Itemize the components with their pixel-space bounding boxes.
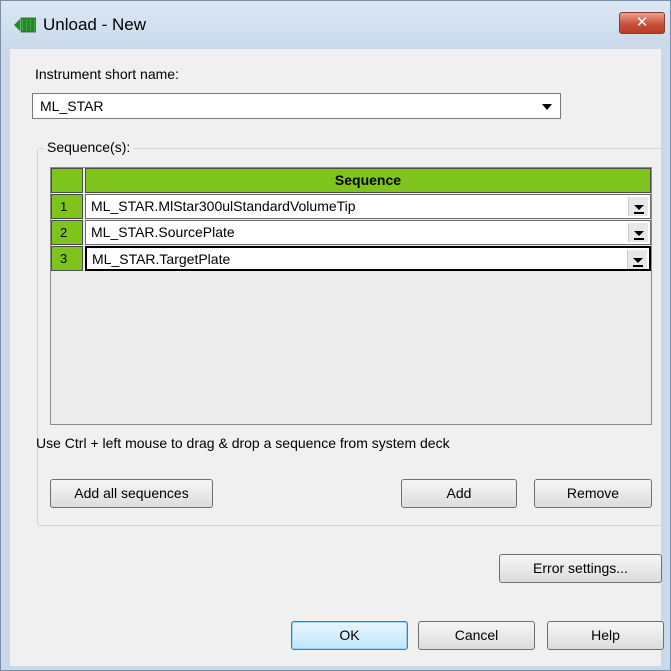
ok-button[interactable]: OK	[291, 621, 408, 650]
sequence-value: ML_STAR.TargetPlate	[92, 251, 231, 267]
row-number[interactable]: 1	[51, 194, 83, 219]
table-row[interactable]: 3 ML_STAR.TargetPlate	[51, 246, 651, 271]
close-button[interactable]: ✕	[619, 12, 665, 34]
sequence-cell[interactable]: ML_STAR.SourcePlate	[85, 220, 651, 245]
drag-drop-hint: Use Ctrl + left mouse to drag & drop a s…	[36, 435, 450, 451]
table-row[interactable]: 1 ML_STAR.MlStar300ulStandardVolumeTip	[51, 194, 651, 219]
sequence-cell[interactable]: ML_STAR.MlStar300ulStandardVolumeTip	[85, 194, 651, 219]
add-button[interactable]: Add	[401, 479, 517, 508]
instrument-label: Instrument short name:	[35, 66, 179, 82]
chevron-down-icon[interactable]	[628, 197, 648, 216]
grid-header: Sequence	[51, 168, 651, 193]
green-rack-icon	[14, 17, 36, 33]
row-number[interactable]: 2	[51, 220, 83, 245]
help-button[interactable]: Help	[547, 621, 664, 650]
window-title: Unload - New	[43, 15, 146, 34]
remove-button[interactable]: Remove	[534, 479, 652, 508]
table-row[interactable]: 2 ML_STAR.SourcePlate	[51, 220, 651, 245]
dialog-window: Unload - New ✕ Instrument short name: ML…	[0, 0, 671, 671]
sequence-cell[interactable]: ML_STAR.TargetPlate	[85, 246, 651, 271]
sequence-grid[interactable]: Sequence 1 ML_STAR.MlStar300ulStandardVo…	[50, 167, 652, 425]
error-settings-button[interactable]: Error settings...	[499, 554, 662, 583]
chevron-down-icon[interactable]	[542, 104, 552, 110]
column-header-sequence[interactable]: Sequence	[85, 168, 651, 193]
chevron-down-icon[interactable]	[627, 250, 647, 269]
instrument-select[interactable]: ML_STAR	[32, 93, 561, 119]
add-all-sequences-button[interactable]: Add all sequences	[50, 479, 213, 508]
chevron-down-icon[interactable]	[628, 223, 648, 242]
sequence-value: ML_STAR.MlStar300ulStandardVolumeTip	[91, 198, 356, 214]
dialog-body: Instrument short name: ML_STAR Sequence(…	[10, 49, 664, 666]
row-number[interactable]: 3	[51, 246, 83, 271]
title-bar[interactable]: Unload - New ✕	[1, 1, 670, 49]
sequences-group-label: Sequence(s):	[44, 139, 134, 155]
close-icon: ✕	[635, 14, 649, 31]
instrument-select-value: ML_STAR	[40, 98, 104, 114]
sequence-value: ML_STAR.SourcePlate	[91, 224, 235, 240]
grid-corner-cell	[51, 168, 83, 193]
cancel-button[interactable]: Cancel	[418, 621, 535, 650]
